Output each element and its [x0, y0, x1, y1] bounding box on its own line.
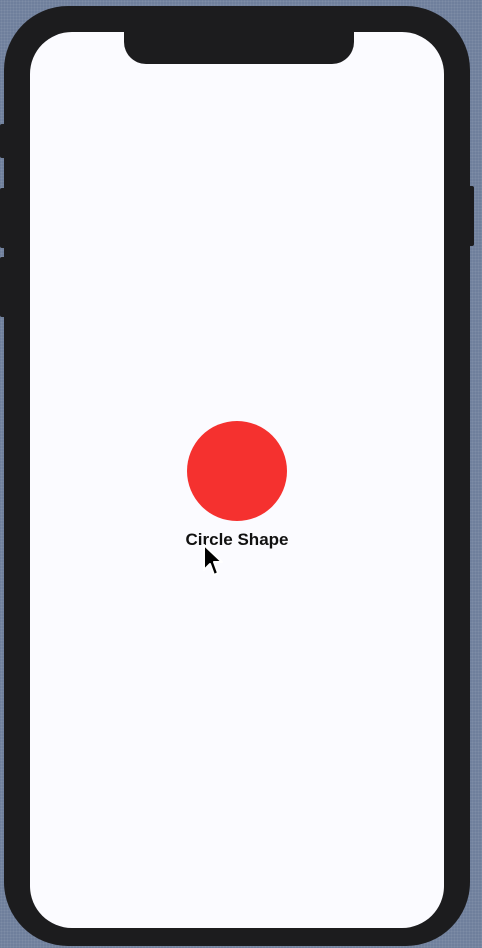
shape-container: Circle Shape	[30, 421, 444, 550]
shape-label: Circle Shape	[185, 530, 289, 549]
phone-screen: Circle Shape	[30, 32, 444, 928]
phone-frame: Circle Shape	[4, 6, 470, 946]
mouse-pointer-icon	[203, 544, 223, 576]
notch	[124, 32, 354, 64]
circle-shape	[187, 421, 287, 521]
